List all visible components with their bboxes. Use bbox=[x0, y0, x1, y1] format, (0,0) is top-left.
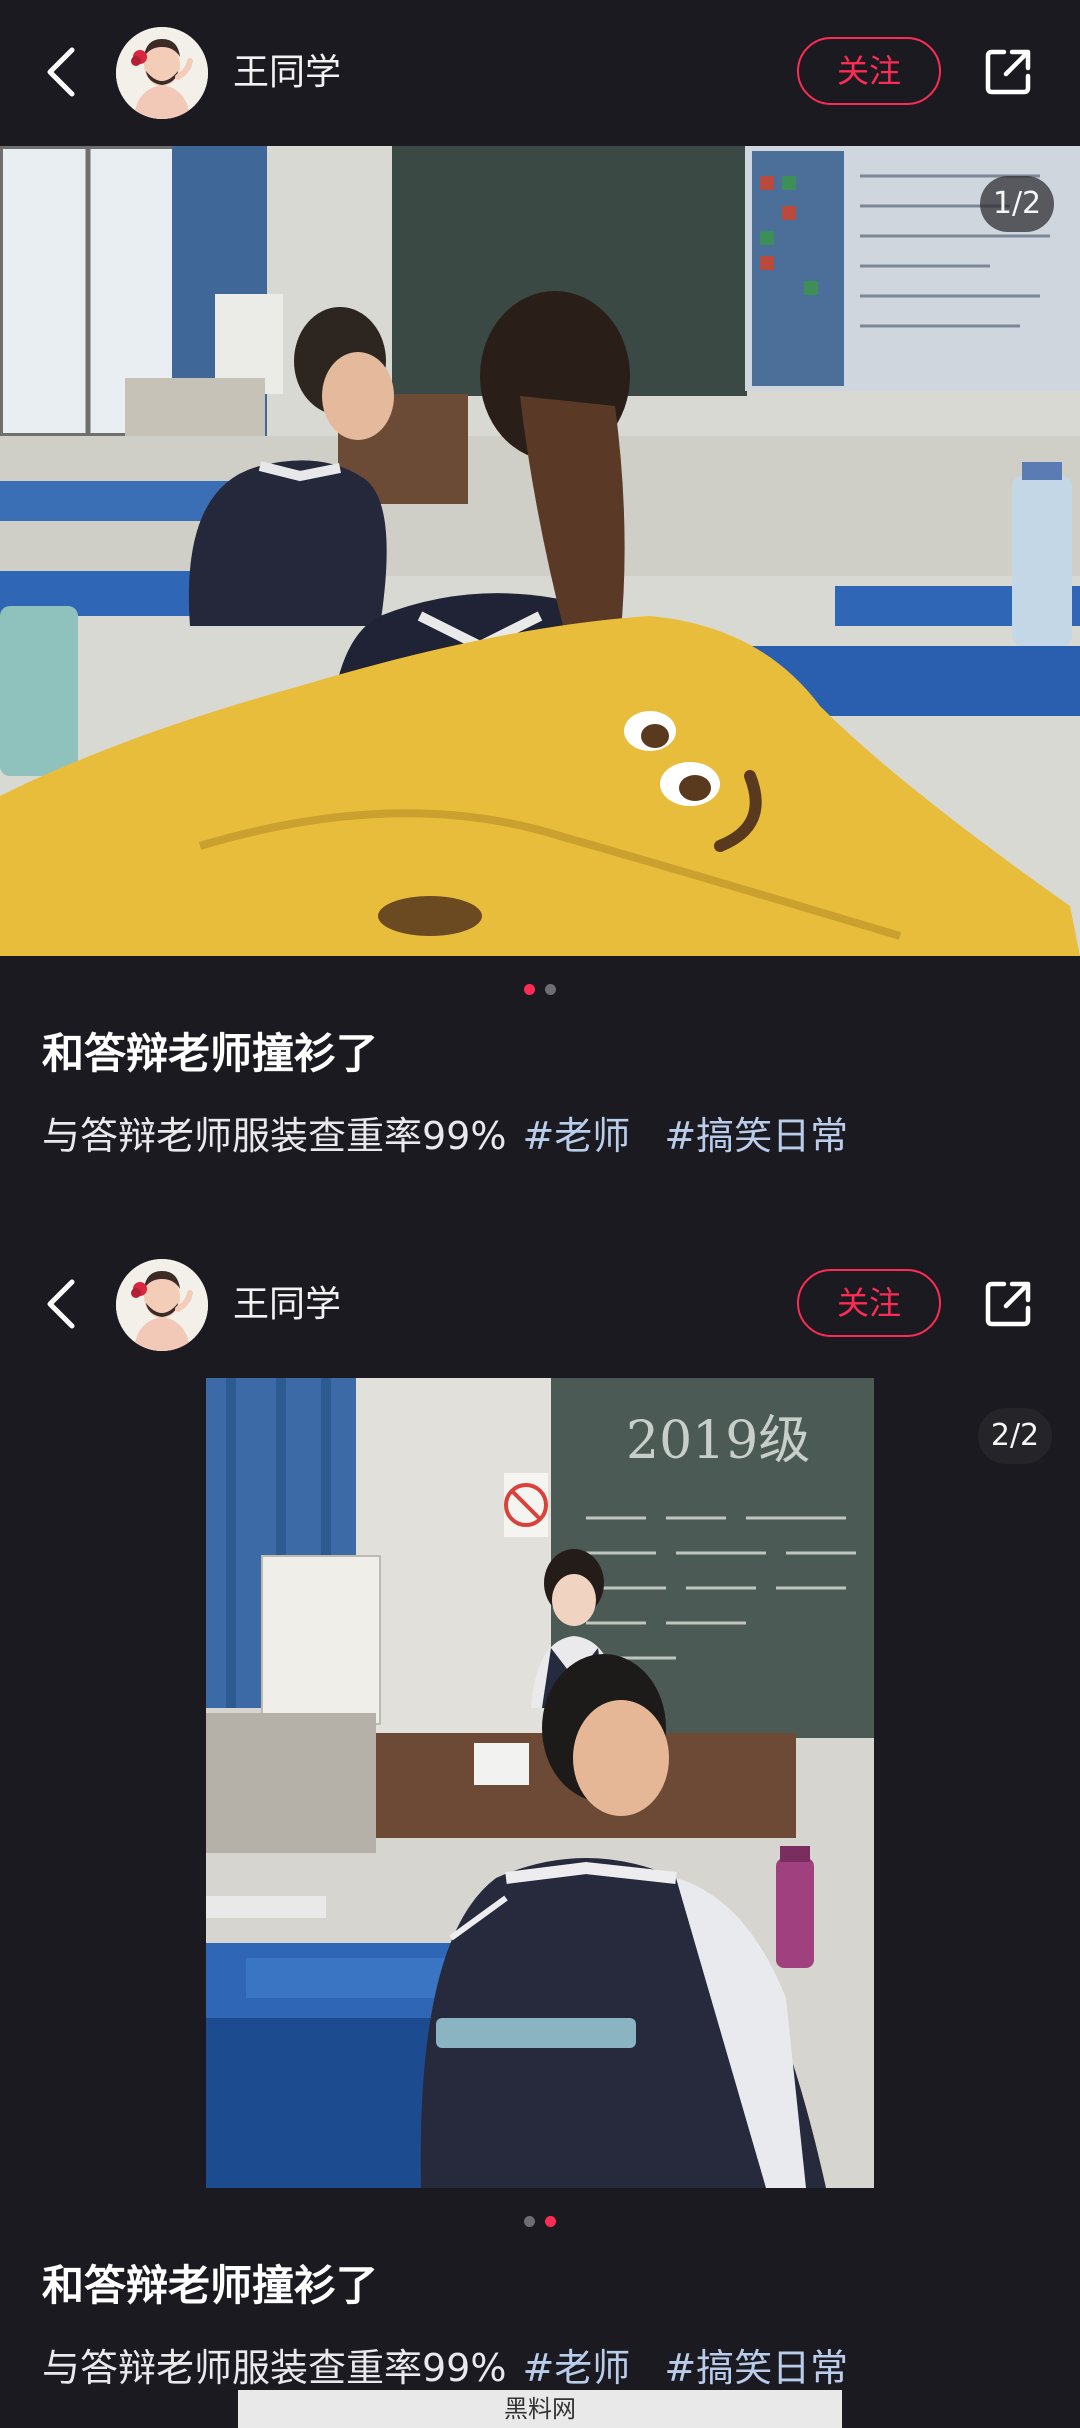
post-header: 王同学 关注 bbox=[0, 1232, 1080, 1378]
avatar[interactable] bbox=[116, 27, 208, 119]
avatar[interactable] bbox=[116, 1259, 208, 1351]
hashtag[interactable]: #搞笑日常 bbox=[664, 2346, 848, 2390]
post-description: 与答辩老师服装查重率99% #老师 #搞笑日常 bbox=[42, 1108, 848, 1164]
post-image[interactable] bbox=[0, 146, 1080, 956]
post-title: 和答辩老师撞衫了 bbox=[42, 2261, 379, 2310]
carousel-dot[interactable] bbox=[524, 2216, 535, 2227]
board-text: 2019级 bbox=[626, 1411, 810, 1471]
back-arrow-icon[interactable] bbox=[42, 1276, 82, 1332]
follow-button[interactable]: 关注 bbox=[797, 37, 941, 105]
classroom-photo bbox=[0, 146, 1080, 956]
hashtag[interactable]: #搞笑日常 bbox=[664, 1114, 848, 1158]
author-name[interactable]: 王同学 bbox=[233, 1282, 341, 1328]
post-card: 王同学 关注 2019级 2/2 和答辩老师撞衫了 与答辩老师服装查重率99% … bbox=[0, 1232, 1080, 2428]
carousel-dots bbox=[0, 980, 1080, 995]
hashtag[interactable]: #老师 bbox=[522, 2346, 630, 2390]
description-text: 与答辩老师服装查重率99% bbox=[42, 1114, 507, 1158]
post-card: 王同学 关注 1/2 和答辩老师撞衫了 与答辩老师服装查重率99% #老师 #搞… bbox=[0, 0, 1080, 1232]
post-description: 与答辩老师服装查重率99% #老师 #搞笑日常 bbox=[42, 2340, 848, 2396]
share-icon[interactable] bbox=[982, 46, 1034, 98]
author-name[interactable]: 王同学 bbox=[233, 50, 341, 96]
post-image[interactable]: 2019级 bbox=[206, 1378, 874, 2188]
hashtag[interactable]: #老师 bbox=[522, 1114, 630, 1158]
image-counter: 1/2 bbox=[980, 176, 1054, 232]
back-arrow-icon[interactable] bbox=[42, 44, 82, 100]
post-header: 王同学 关注 bbox=[0, 0, 1080, 146]
post-title: 和答辩老师撞衫了 bbox=[42, 1029, 379, 1078]
carousel-dot[interactable] bbox=[545, 984, 556, 995]
carousel-dots bbox=[0, 2212, 1080, 2227]
classroom-photo: 2019级 bbox=[206, 1378, 874, 2188]
follow-button[interactable]: 关注 bbox=[797, 1269, 941, 1337]
image-counter: 2/2 bbox=[978, 1408, 1052, 1464]
share-icon[interactable] bbox=[982, 1278, 1034, 1330]
watermark: 黑料网 bbox=[238, 2390, 842, 2428]
carousel-dot[interactable] bbox=[524, 984, 535, 995]
carousel-dot[interactable] bbox=[545, 2216, 556, 2227]
description-text: 与答辩老师服装查重率99% bbox=[42, 2346, 507, 2390]
